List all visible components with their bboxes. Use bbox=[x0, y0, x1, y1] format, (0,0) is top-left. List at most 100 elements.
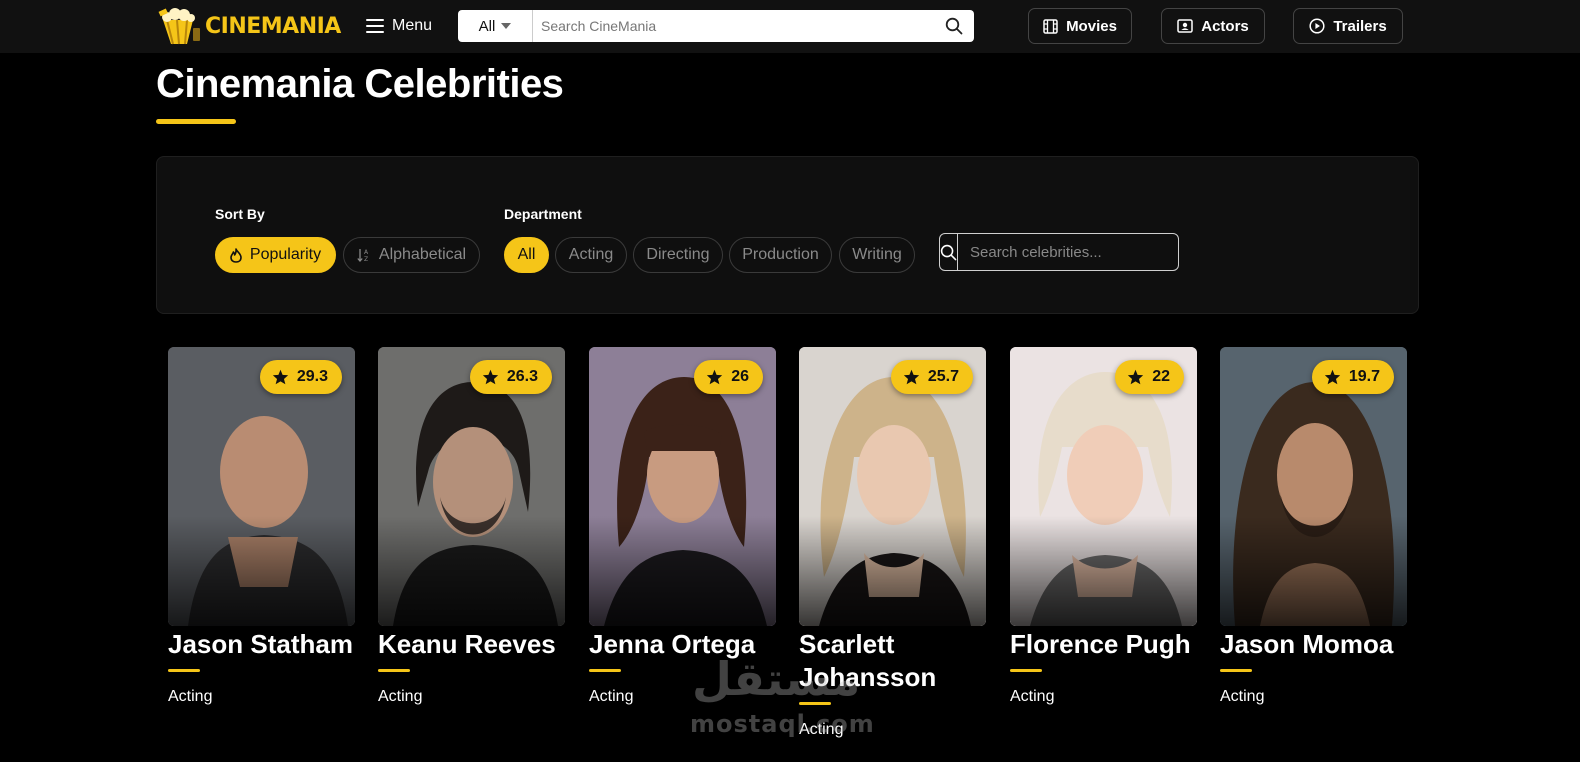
rating-value: 19.7 bbox=[1348, 368, 1380, 385]
department-directing-label: Directing bbox=[646, 246, 710, 263]
menu-label: Menu bbox=[392, 17, 433, 34]
rating-badge: 25.7 bbox=[890, 360, 973, 394]
site-search-input[interactable] bbox=[533, 10, 934, 42]
celebrity-name[interactable]: Jason Momoa bbox=[1220, 628, 1407, 661]
search-category-value: All bbox=[478, 17, 496, 35]
search-icon bbox=[945, 17, 963, 35]
watermark-latin: mostaql.com bbox=[690, 710, 875, 738]
rating-badge: 22 bbox=[1115, 360, 1184, 394]
sort-alphabetical-label: Alphabetical bbox=[378, 246, 467, 263]
department-all-button[interactable]: All bbox=[504, 237, 549, 273]
watermark-arabic: مستقل bbox=[692, 652, 861, 706]
celebrity-card[interactable]: 19.7 Jason Momoa Acting bbox=[1220, 347, 1407, 706]
search-category-select[interactable]: All bbox=[458, 10, 533, 42]
star-icon bbox=[903, 369, 920, 385]
svg-text:Z: Z bbox=[364, 256, 368, 262]
menu-button[interactable]: Menu bbox=[366, 12, 432, 40]
celebrity-photo[interactable]: 26.3 bbox=[378, 347, 565, 626]
nav-trailers-button[interactable]: Trailers bbox=[1293, 8, 1403, 44]
star-icon bbox=[272, 369, 289, 385]
celebrity-department: Acting bbox=[378, 688, 423, 705]
celebrity-name[interactable]: Keanu Reeves bbox=[378, 628, 565, 661]
celebrity-name[interactable]: Jason Statham bbox=[168, 628, 355, 661]
name-underline bbox=[378, 669, 410, 672]
photo-shade bbox=[1010, 516, 1197, 626]
title-underline bbox=[156, 119, 236, 124]
department-writing-label: Writing bbox=[852, 246, 902, 263]
celebrity-search-button[interactable] bbox=[940, 234, 958, 270]
department-all-label: All bbox=[517, 246, 536, 263]
nav-trailers-label: Trailers bbox=[1333, 17, 1387, 35]
celebrity-photo[interactable]: 25.7 bbox=[799, 347, 986, 626]
department-writing-button[interactable]: Writing bbox=[839, 237, 915, 273]
sort-by-label: Sort By bbox=[215, 206, 265, 222]
rating-badge: 26 bbox=[694, 360, 763, 394]
search-submit-button[interactable] bbox=[934, 10, 974, 42]
popcorn-logo-icon bbox=[157, 6, 201, 46]
sort-popularity-label: Popularity bbox=[249, 246, 322, 263]
department-label: Department bbox=[504, 206, 582, 222]
name-underline bbox=[589, 669, 621, 672]
celebrity-photo[interactable]: 19.7 bbox=[1220, 347, 1407, 626]
name-underline bbox=[1010, 669, 1042, 672]
nav-movies-button[interactable]: Movies bbox=[1028, 8, 1132, 44]
rating-badge: 26.3 bbox=[469, 360, 552, 394]
mostaql-watermark: مستقل mostaql.com bbox=[688, 652, 888, 744]
star-icon bbox=[1324, 369, 1341, 385]
star-icon bbox=[482, 369, 499, 385]
sort-popularity-button[interactable]: Popularity bbox=[215, 237, 336, 273]
top-navbar: CINEMANIA Menu All Movies bbox=[0, 0, 1580, 53]
photo-shade bbox=[168, 516, 355, 626]
department-production-label: Production bbox=[742, 246, 819, 263]
sort-alpha-icon: A Z bbox=[357, 249, 369, 262]
celebrity-card[interactable]: 22 Florence Pugh Acting bbox=[1010, 347, 1197, 706]
film-icon bbox=[1043, 18, 1058, 34]
celebrity-card[interactable]: 26.3 Keanu Reeves Acting bbox=[378, 347, 565, 706]
celebrity-photo[interactable]: 26 bbox=[589, 347, 776, 626]
nav-actors-label: Actors bbox=[1201, 17, 1249, 35]
name-underline bbox=[168, 669, 200, 672]
photo-shade bbox=[799, 516, 986, 626]
celebrity-photo[interactable]: 22 bbox=[1010, 347, 1197, 626]
photo-shade bbox=[1220, 516, 1407, 626]
celebrity-name[interactable]: Florence Pugh bbox=[1010, 628, 1197, 661]
fire-icon bbox=[230, 247, 242, 263]
department-production-button[interactable]: Production bbox=[729, 237, 832, 273]
photo-shade bbox=[378, 516, 565, 626]
celebrity-search-input[interactable] bbox=[958, 234, 1178, 270]
department-acting-label: Acting bbox=[568, 246, 614, 263]
department-directing-button[interactable]: Directing bbox=[633, 237, 723, 273]
name-underline bbox=[1220, 669, 1252, 672]
sort-alphabetical-button[interactable]: A Z Alphabetical bbox=[343, 237, 480, 273]
nav-movies-label: Movies bbox=[1066, 17, 1117, 35]
site-logo[interactable]: CINEMANIA bbox=[157, 6, 341, 46]
svg-text:A: A bbox=[364, 249, 369, 256]
rating-value: 26.3 bbox=[506, 368, 538, 385]
search-icon bbox=[940, 244, 957, 260]
site-search: All bbox=[458, 10, 974, 42]
rating-value: 29.3 bbox=[296, 368, 328, 385]
department-acting-button[interactable]: Acting bbox=[555, 237, 627, 273]
celebrity-photo[interactable]: 29.3 bbox=[168, 347, 355, 626]
celebrity-card[interactable]: 29.3 Jason Statham Acting bbox=[168, 347, 355, 706]
id-card-icon bbox=[1177, 19, 1193, 33]
hamburger-icon bbox=[366, 19, 384, 33]
celebrity-department: Acting bbox=[1220, 688, 1265, 705]
nav-actors-button[interactable]: Actors bbox=[1161, 8, 1265, 44]
caret-down-icon bbox=[501, 23, 512, 29]
star-icon bbox=[1128, 369, 1144, 385]
page-title: Cinemania Celebrities bbox=[156, 62, 564, 106]
star-icon bbox=[707, 369, 723, 385]
rating-badge: 29.3 bbox=[259, 360, 342, 394]
photo-shade bbox=[589, 516, 776, 626]
rating-value: 26 bbox=[731, 368, 749, 385]
celebrity-department: Acting bbox=[168, 688, 213, 705]
celebrity-search bbox=[939, 233, 1179, 271]
celebrity-department: Acting bbox=[1010, 688, 1055, 705]
filters-panel: Sort By Popularity A Z Alphabetical Depa… bbox=[156, 156, 1419, 314]
rating-value: 22 bbox=[1152, 368, 1170, 385]
logo-text: CINEMANIA bbox=[205, 13, 341, 39]
rating-value: 25.7 bbox=[927, 368, 959, 385]
play-circle-icon bbox=[1309, 18, 1325, 34]
rating-badge: 19.7 bbox=[1311, 360, 1394, 394]
